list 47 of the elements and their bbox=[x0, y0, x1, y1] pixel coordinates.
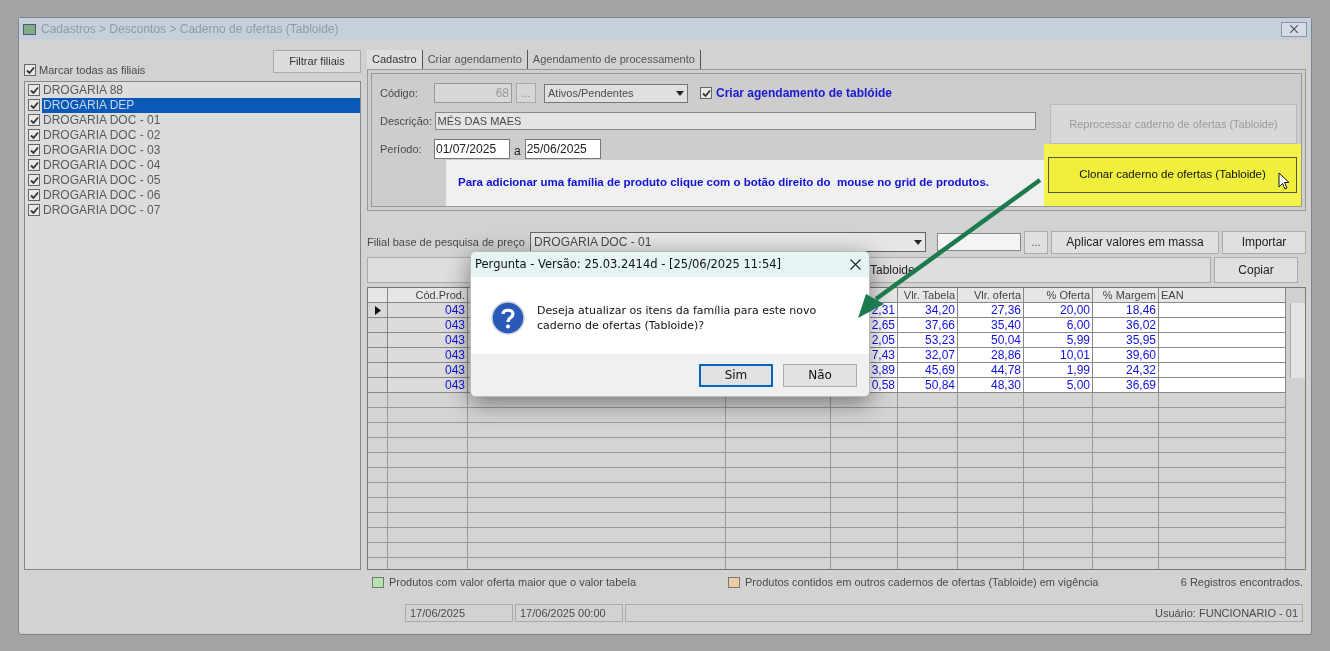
table-cell: 5,00 bbox=[1024, 378, 1093, 393]
table-cell: 20,00 bbox=[1024, 303, 1093, 318]
field-label: Período: bbox=[380, 142, 423, 157]
status-panel: 17/06/2025 bbox=[405, 604, 513, 622]
table-cell: 53,23 bbox=[898, 333, 958, 348]
legend-label: Produtos contidos em outros cadernos de ofertas (Tabloide) em vigência bbox=[745, 574, 1099, 590]
table-cell: 32,07 bbox=[898, 348, 958, 363]
table-cell: 35,95 bbox=[1093, 333, 1159, 348]
table-cell: 24,32 bbox=[1093, 363, 1159, 378]
table-cell: 043 bbox=[388, 348, 468, 363]
status-panel: Usuário: FUNCIONARIO - 01 bbox=[625, 604, 1303, 622]
table-cell: 6,00 bbox=[1024, 318, 1093, 333]
code-field: 68 bbox=[434, 83, 512, 104]
table-cell: 36,02 bbox=[1093, 318, 1159, 333]
field-label: Código: bbox=[380, 86, 419, 101]
checkbox-label: Marcar todas as filiais bbox=[39, 63, 146, 79]
table-cell: 5,99 bbox=[1024, 333, 1093, 348]
legend-label: Produtos com valor oferta maior que o valor tabela bbox=[389, 574, 637, 590]
dialog-message: Deseja atualizar os itens da família para este novo caderno de ofertas (Tabloide)? bbox=[537, 303, 818, 333]
field-label: Filial base de pesquisa de preço bbox=[367, 235, 526, 251]
hint-text: Para adicionar uma família de produto clique com o botão direito do mouse no grid de produtos. bbox=[458, 175, 989, 191]
table-cell: 39,60 bbox=[1093, 348, 1159, 363]
table-cell: 043 bbox=[388, 318, 468, 333]
table-cell: 36,69 bbox=[1093, 378, 1159, 393]
table-cell: 45,69 bbox=[898, 363, 958, 378]
table-cell: 48,30 bbox=[958, 378, 1024, 393]
table-cell: 27,36 bbox=[958, 303, 1024, 318]
table-cell: 043 bbox=[388, 378, 468, 393]
table-cell: 35,40 bbox=[958, 318, 1024, 333]
table-cell: 50,04 bbox=[958, 333, 1024, 348]
table-cell: 37,66 bbox=[898, 318, 958, 333]
table-cell: 043 bbox=[388, 303, 468, 318]
table-cell: 34,20 bbox=[898, 303, 958, 318]
table-cell: 1,99 bbox=[1024, 363, 1093, 378]
status-panel: 17/06/2025 00:00 bbox=[515, 604, 623, 622]
checkbox-label: Criar agendamento de tablóide bbox=[716, 85, 893, 103]
table-cell: 44,78 bbox=[958, 363, 1024, 378]
table-cell: 10,01 bbox=[1024, 348, 1093, 363]
table-cell: 043 bbox=[388, 333, 468, 348]
table-cell: 50,84 bbox=[898, 378, 958, 393]
table-cell: 043 bbox=[388, 363, 468, 378]
field-label: Descrição: bbox=[380, 114, 433, 129]
table-cell: 28,86 bbox=[958, 348, 1024, 363]
table-cell: 18,46 bbox=[1093, 303, 1159, 318]
record-count: 6 Registros encontrados. bbox=[1180, 574, 1303, 590]
period-separator: a bbox=[514, 143, 521, 161]
dialog-title: Pergunta - Versão: 25.03.2414d - [25/06/2025 11:54] bbox=[475, 255, 782, 273]
